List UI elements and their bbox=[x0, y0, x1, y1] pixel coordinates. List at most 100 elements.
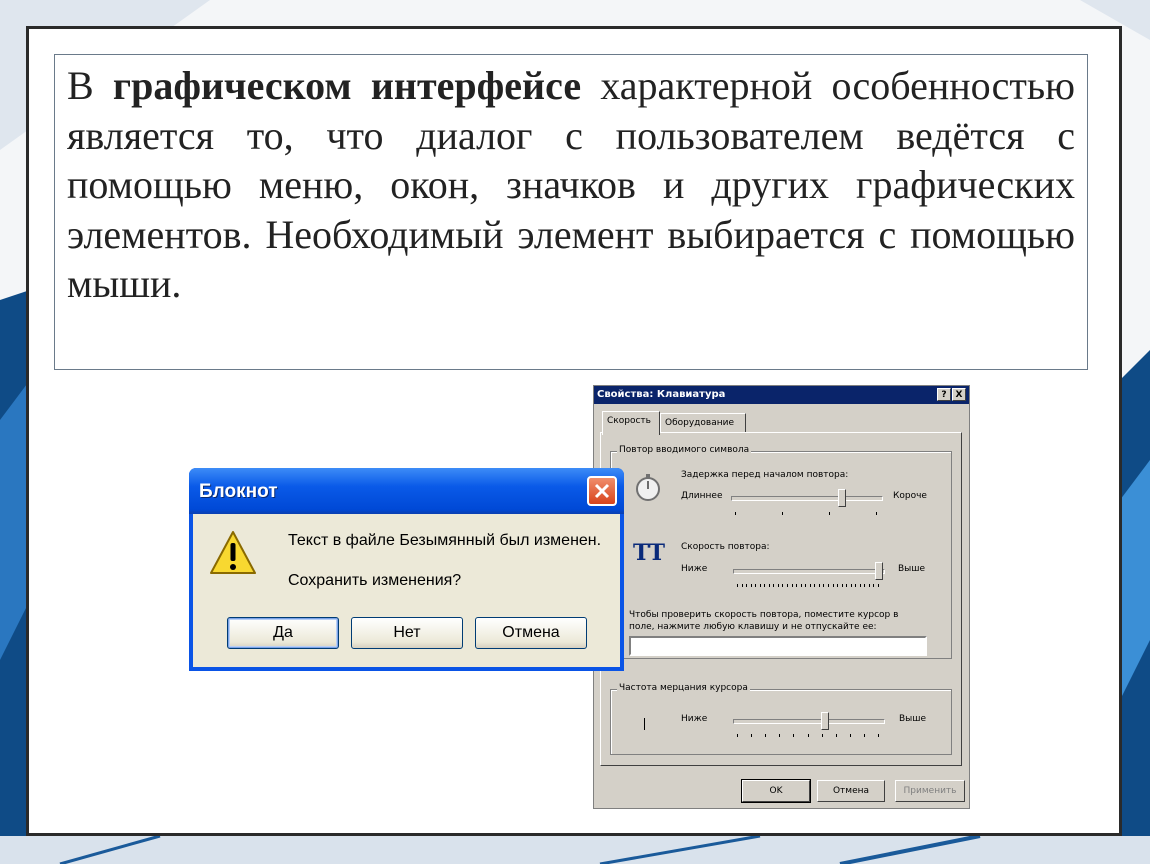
slider-tick bbox=[829, 512, 830, 515]
delay-left-label: Длиннее bbox=[681, 491, 723, 501]
yes-button[interactable]: Да bbox=[227, 617, 339, 649]
slider-tick bbox=[760, 584, 761, 587]
delay-slider-thumb[interactable] bbox=[837, 489, 846, 507]
slider-tick bbox=[819, 584, 820, 587]
slider-tick bbox=[764, 584, 765, 587]
cursor-icon bbox=[644, 718, 645, 730]
speed-left-label: Ниже bbox=[681, 564, 708, 574]
notepad-title: Блокнот bbox=[199, 481, 278, 502]
slide-text-box: В графическом интерфейсе характерной осо… bbox=[54, 54, 1088, 370]
slider-tick bbox=[836, 734, 837, 737]
keyboard-dialog-title: Свойства: Клавиатура bbox=[597, 389, 726, 400]
slider-tick bbox=[864, 734, 865, 737]
warning-icon bbox=[209, 530, 257, 576]
slider-tick bbox=[823, 584, 824, 587]
cursor-group-title: Частота мерцания курсора bbox=[617, 683, 750, 693]
slider-tick bbox=[842, 584, 843, 587]
slider-tick bbox=[805, 584, 806, 587]
cursor-left-label: Ниже bbox=[681, 714, 708, 724]
cursor-right-label: Выше bbox=[899, 714, 927, 724]
slider-tick bbox=[850, 734, 851, 737]
close-icon bbox=[594, 483, 610, 499]
slider-tick bbox=[735, 512, 736, 515]
slider-tick bbox=[737, 584, 738, 587]
slider-tick bbox=[746, 584, 747, 587]
slider-tick bbox=[769, 584, 770, 587]
slider-tick bbox=[737, 734, 738, 737]
speed-slider-thumb[interactable] bbox=[875, 562, 883, 580]
slider-tick bbox=[814, 584, 815, 587]
delay-slider-ticks bbox=[735, 512, 877, 516]
notepad-message-line2: Сохранить изменения? bbox=[288, 572, 462, 589]
slider-tick bbox=[876, 512, 877, 515]
notepad-save-dialog: Блокнот Текст в файле Безымянный был изм… bbox=[189, 468, 624, 671]
test-repeat-input[interactable] bbox=[629, 636, 927, 656]
test-field-label-line2: поле, нажмите любую клавишу и не отпуска… bbox=[629, 622, 877, 632]
slider-tick bbox=[855, 584, 856, 587]
speed-slider-ticks bbox=[737, 584, 879, 588]
repeat-letters-icon: TT bbox=[633, 540, 665, 566]
notepad-titlebar: Блокнот bbox=[189, 468, 624, 514]
slider-tick bbox=[873, 584, 874, 587]
slider-tick bbox=[755, 584, 756, 587]
speed-slider-track bbox=[733, 569, 885, 574]
notepad-close-button[interactable] bbox=[587, 476, 617, 506]
cancel-button[interactable]: Отмена bbox=[817, 780, 885, 802]
slider-tick bbox=[864, 584, 865, 587]
slider-tick bbox=[751, 734, 752, 737]
slider-tick bbox=[837, 584, 838, 587]
slider-tick bbox=[851, 584, 852, 587]
slider-tick bbox=[810, 584, 811, 587]
slider-tick bbox=[782, 584, 783, 587]
speed-tab-panel: Повтор вводимого символа Задержка перед … bbox=[600, 432, 962, 766]
delay-slider-track bbox=[731, 496, 883, 501]
apply-button[interactable]: Применить bbox=[895, 780, 965, 802]
tab-speed[interactable]: Скорость bbox=[602, 411, 660, 435]
slider-tick bbox=[878, 584, 879, 587]
keyboard-dialog-close-button[interactable]: X bbox=[952, 388, 966, 401]
cursor-blink-group: Частота мерцания курсора Ниже Выше bbox=[610, 683, 952, 755]
notepad-cancel-button[interactable]: Отмена bbox=[475, 617, 587, 649]
slider-tick bbox=[846, 584, 847, 587]
help-button[interactable]: ? bbox=[937, 388, 951, 401]
keyboard-properties-dialog: Свойства: Клавиатура ? X Скорость Оборуд… bbox=[593, 385, 970, 809]
repeat-group-title: Повтор вводимого символа bbox=[617, 445, 752, 455]
slider-tick bbox=[792, 584, 793, 587]
slider-tick bbox=[796, 584, 797, 587]
repeat-group: Повтор вводимого символа Задержка перед … bbox=[610, 445, 952, 659]
cursor-slider-ticks bbox=[737, 734, 879, 738]
ok-button[interactable]: OK bbox=[741, 779, 811, 803]
cursor-slider-track bbox=[733, 719, 885, 724]
slider-tick bbox=[765, 734, 766, 737]
slider-tick bbox=[773, 584, 774, 587]
no-button[interactable]: Нет bbox=[351, 617, 463, 649]
cursor-slider-thumb[interactable] bbox=[821, 712, 830, 730]
text-bold-term: графическом интерфейсе bbox=[112, 63, 582, 108]
slider-tick bbox=[828, 584, 829, 587]
slider-tick bbox=[860, 584, 861, 587]
stopwatch-icon bbox=[633, 472, 663, 502]
slider-tick bbox=[878, 734, 879, 737]
slider-tick bbox=[751, 584, 752, 587]
tab-hardware[interactable]: Оборудование bbox=[660, 413, 746, 433]
speed-label: Скорость повтора: bbox=[681, 542, 770, 552]
slider-tick bbox=[833, 584, 834, 587]
slider-tick bbox=[822, 734, 823, 737]
delay-label: Задержка перед началом повтора: bbox=[681, 470, 849, 480]
slider-tick bbox=[793, 734, 794, 737]
slider-tick bbox=[808, 734, 809, 737]
keyboard-dialog-titlebar: Свойства: Клавиатура ? X bbox=[594, 386, 969, 404]
notepad-message-line1: Текст в файле Безымянный был изменен. bbox=[288, 532, 602, 549]
slider-tick bbox=[869, 584, 870, 587]
slider-tick bbox=[742, 584, 743, 587]
speed-right-label: Выше bbox=[898, 564, 926, 574]
slider-tick bbox=[778, 584, 779, 587]
slider-tick bbox=[782, 512, 783, 515]
slider-tick bbox=[779, 734, 780, 737]
slider-tick bbox=[801, 584, 802, 587]
slider-tick bbox=[787, 584, 788, 587]
text-part-1: В bbox=[67, 63, 113, 108]
test-field-label-line1: Чтобы проверить скорость повтора, помест… bbox=[629, 610, 899, 620]
slide-paragraph: В графическом интерфейсе характерной осо… bbox=[67, 61, 1075, 309]
delay-right-label: Короче bbox=[893, 491, 927, 501]
